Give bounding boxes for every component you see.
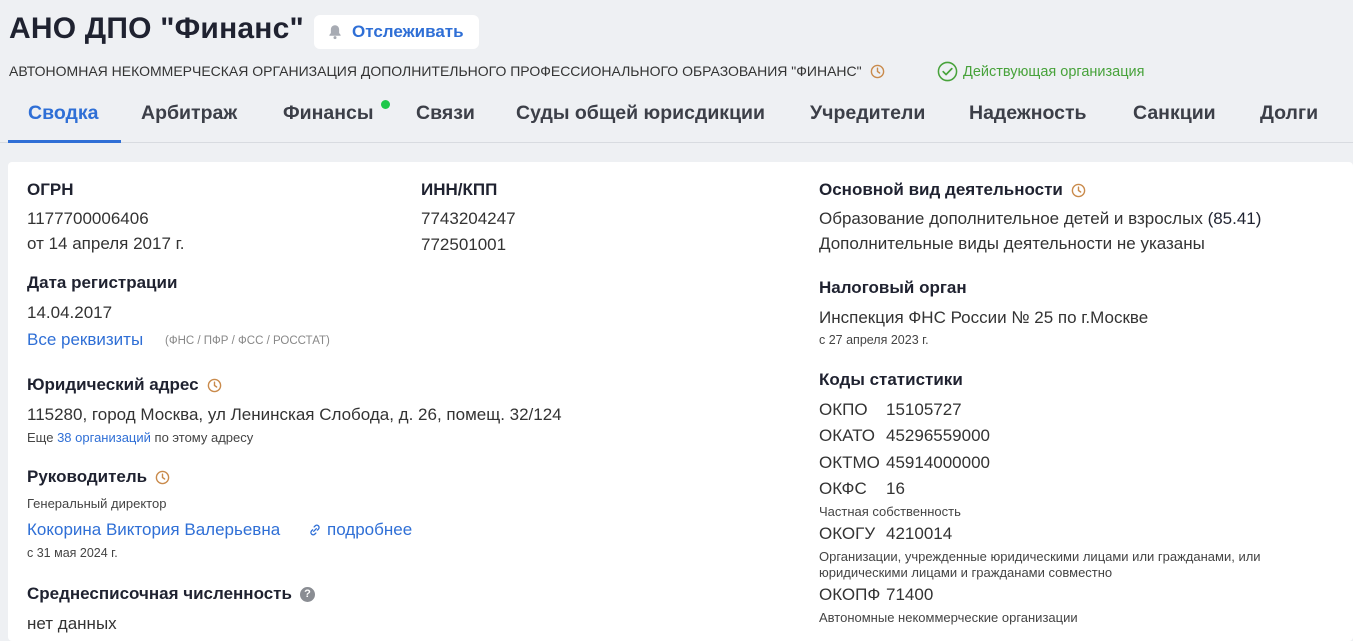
tab-reliability[interactable]: Надежность [969,102,1087,125]
okpo-row: ОКПО 15105727 [819,400,962,420]
oktmo-value[interactable]: 45914000000 [886,453,990,472]
activity-label: Основной вид деятельности [819,180,1086,200]
link-icon [310,524,320,536]
address-value[interactable]: 115280, город Москва, ул Ленинская Слобо… [27,405,562,425]
ogrn-value[interactable]: 1177700006406 [27,209,149,229]
ogrn-label: ОГРН [27,180,74,199]
tax-value: Инспекция ФНС России № 25 по г.Москве [819,308,1149,327]
tax-since: с 27 апреля 2023 г. [819,333,929,347]
full-name-text: АВТОНОМНАЯ НЕКОММЕРЧЕСКАЯ ОРГАНИЗАЦИЯ ДО… [9,63,862,79]
tab-svodka[interactable]: Сводка [28,102,98,125]
director-history-icon[interactable] [155,470,170,485]
activity-value: Образование дополнительное детей и взрос… [819,209,1261,229]
activity-label-text: Основной вид деятельности [819,180,1063,199]
headcount-label-text: Среднесписочная численность [27,584,292,603]
headcount-value: нет данных [27,614,117,633]
okopf-value[interactable]: 71400 [886,585,933,604]
help-icon[interactable]: ? [299,586,315,602]
inn-label: ИНН/КПП [421,180,498,199]
okfs-value[interactable]: 16 [886,479,905,498]
active-tab-indicator [8,140,121,143]
tab-courts[interactable]: Суды общей юрисдикции [516,102,765,125]
status-badge: Действующая организация [937,61,1145,82]
page-title: АНО ДПО "Финанс" [9,12,304,45]
okopf-code: ОКОПФ [819,585,881,604]
company-header: АНО ДПО "Финанс" Отслеживать АВТОНОМНАЯ … [0,0,1353,143]
tab-arbitrazh[interactable]: Арбитраж [141,102,237,125]
follow-button[interactable]: Отслеживать [314,15,479,49]
okogu-code: ОКОГУ [819,524,876,543]
okopf-note: Автономные некоммерческие организации [819,610,1078,625]
director-name-link[interactable]: Кокорина Виктория Валерьевна [27,520,280,540]
tab-founders[interactable]: Учредители [810,102,925,125]
activity-extra: Дополнительные виды деятельности не указ… [819,234,1205,253]
okogu-note-1: Организации, учрежденные юридическими ли… [819,549,1261,564]
activity-text: Образование дополнительное детей и взрос… [819,209,1203,228]
address-orgs-link[interactable]: 38 организаций [57,430,151,445]
kpp-value[interactable]: 772501001 [421,235,506,255]
director-details-label: подробнее [327,520,413,539]
okogu-row: ОКОГУ 4210014 [819,524,952,544]
address-label: Юридический адрес [27,375,222,395]
tab-bar: Сводка Арбитраж Финансы Связи Суды общей… [0,100,1353,143]
okopf-row: ОКОПФ 71400 [819,585,933,605]
bell-icon [329,25,341,40]
tab-debts[interactable]: Долги [1260,102,1318,125]
tab-svyazi[interactable]: Связи [416,102,475,125]
full-name: АВТОНОМНАЯ НЕКОММЕРЧЕСКАЯ ОРГАНИЗАЦИЯ ДО… [9,63,885,79]
okato-value[interactable]: 45296559000 [886,426,990,445]
status-text: Действующая организация [963,63,1145,80]
okogu-value[interactable]: 4210014 [886,524,952,543]
tax-label: Налоговый орган [819,278,967,297]
address-label-text: Юридический адрес [27,375,199,394]
okpo-code: ОКПО [819,400,868,419]
activity-code[interactable]: (85.41) [1208,209,1262,228]
new-data-dot [381,100,390,109]
oktmo-row: ОКТМО 45914000000 [819,453,990,473]
address-more-suffix: по этому адресу [154,430,254,445]
director-since: с 31 мая 2024 г. [27,546,118,560]
address-more: Еще 38 организаций по этому адресу [27,430,253,445]
okogu-note-2: юридическими лицами и гражданами совмест… [819,565,1113,580]
okato-row: ОКАТО 45296559000 [819,426,990,446]
tab-finansy[interactable]: Финансы [283,102,374,125]
okfs-note: Частная собственность [819,504,961,519]
ogrn-date: от 14 апреля 2017 г. [27,234,185,253]
oktmo-code: ОКТМО [819,453,880,472]
okfs-row: ОКФС 16 [819,479,905,499]
director-position: Генеральный директор [27,496,167,511]
okpo-value[interactable]: 15105727 [886,400,962,419]
activity-history-icon[interactable] [1071,183,1086,198]
headcount-label: Среднесписочная численность ? [27,584,315,604]
director-details-link[interactable]: подробнее [308,520,412,540]
follow-label: Отслеживать [352,22,464,41]
history-clock-icon[interactable] [870,64,885,79]
director-label-text: Руководитель [27,467,148,486]
okfs-code: ОКФС [819,479,867,498]
check-circle-icon [937,61,958,82]
stats-label: Коды статистики [819,370,963,389]
inn-value[interactable]: 7743204247 [421,209,516,229]
address-history-icon[interactable] [207,378,222,393]
requisites-sources: (ФНС / ПФР / ФСС / РОССТАТ) [165,335,330,347]
all-requisites-link[interactable]: Все реквизиты [27,330,143,350]
registration-date: 14.04.2017 [27,303,113,322]
registration-label: Дата регистрации [27,273,178,292]
address-more-prefix: Еще [27,430,54,445]
okato-code: ОКАТО [819,426,875,445]
director-label: Руководитель [27,467,170,487]
tab-sanctions[interactable]: Санкции [1133,102,1216,125]
